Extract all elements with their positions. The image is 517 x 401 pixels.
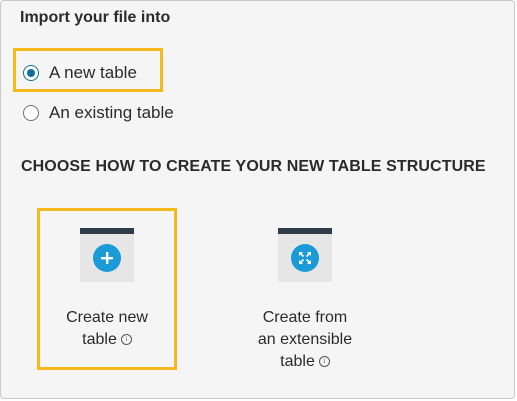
import-panel: Import your file into A new table An exi… <box>0 0 515 399</box>
import-heading: Import your file into <box>20 9 171 26</box>
create-new-table-card[interactable]: Create new table i <box>37 228 177 351</box>
table-thumbnail <box>278 228 332 282</box>
radio-button-checked[interactable] <box>23 65 39 81</box>
table-thumbnail <box>80 228 134 282</box>
expand-icon <box>291 244 319 272</box>
info-icon[interactable]: i <box>120 334 132 346</box>
radio-label-existing-table: An existing table <box>49 103 174 122</box>
card-label-text: table <box>82 331 117 348</box>
radio-button-unchecked[interactable] <box>23 105 39 121</box>
create-new-table-label: Create new table i <box>66 307 148 351</box>
structure-section-title: CHOOSE HOW TO CREATE YOUR NEW TABLE STRU… <box>21 158 486 175</box>
card-label-text: table <box>280 353 315 370</box>
card-label-line: Create new <box>66 309 148 326</box>
card-label-line: table i <box>258 351 352 373</box>
radio-label-new-table: A new table <box>49 63 137 82</box>
card-label-line: an extensible <box>257 331 353 348</box>
radio-new-table[interactable]: A new table <box>23 63 137 83</box>
info-icon[interactable]: i <box>318 356 330 368</box>
radio-existing-table[interactable]: An existing table <box>23 103 174 123</box>
plus-icon <box>93 244 121 272</box>
card-label-line: table i <box>66 329 148 351</box>
card-label-line: Create from <box>262 309 348 326</box>
create-from-extensible-table-card[interactable]: Create from an extensible table i <box>235 228 375 373</box>
create-from-extensible-label: Create from an extensible table i <box>258 307 352 373</box>
